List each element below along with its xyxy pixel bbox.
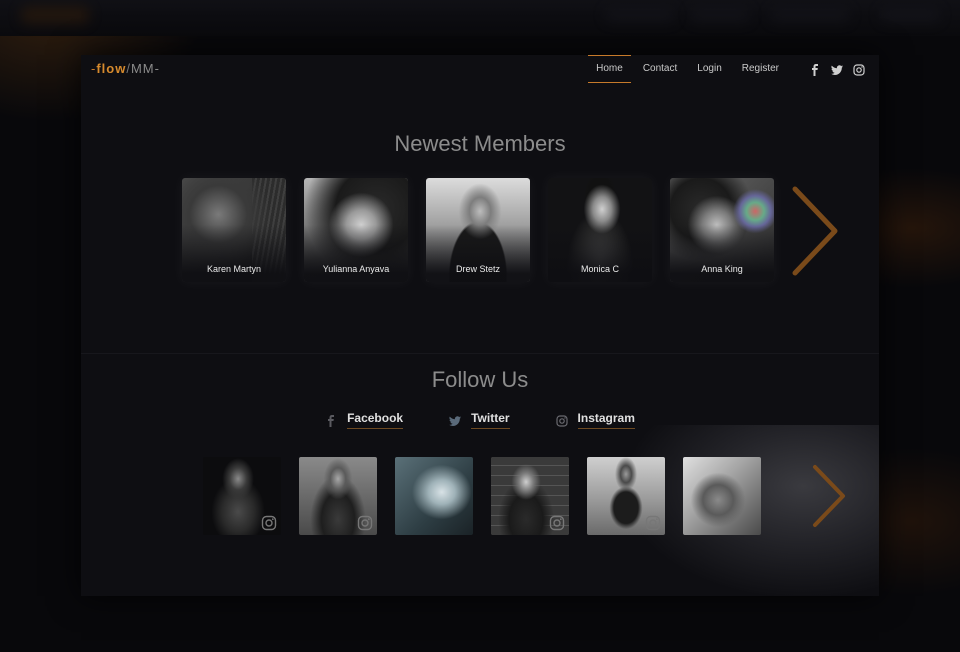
instagram-post[interactable] <box>683 457 761 535</box>
follow-us-title: Follow Us <box>431 367 529 392</box>
instagram-icon[interactable] <box>853 63 865 76</box>
follow-link-label: Instagram <box>577 411 635 429</box>
members-next-button[interactable] <box>789 185 843 282</box>
member-name: Drew Stetz <box>455 264 500 274</box>
instagram-icon <box>555 414 568 427</box>
nav-login[interactable]: Login <box>689 55 729 83</box>
member-name: Anna King <box>701 264 743 274</box>
facebook-icon <box>325 414 337 427</box>
member-card[interactable]: Monica C <box>548 178 652 282</box>
instagram-post[interactable] <box>299 457 377 535</box>
instagram-post[interactable] <box>587 457 665 535</box>
chevron-right-icon <box>792 186 838 276</box>
member-name: Monica C <box>580 264 619 274</box>
instagram-post[interactable] <box>203 457 281 535</box>
follow-facebook-link[interactable]: Facebook <box>325 411 404 429</box>
background-blur-shape <box>880 8 940 22</box>
newest-members-title: Newest Members <box>394 131 566 156</box>
instagram-icon <box>549 515 565 531</box>
logo-flow: flow <box>96 61 127 76</box>
instagram-photo <box>683 457 761 535</box>
instagram-icon <box>261 515 277 531</box>
instagram-next-button[interactable] <box>809 463 849 534</box>
follow-link-label: Facebook <box>347 411 404 429</box>
instagram-post[interactable] <box>491 457 569 535</box>
background-blur-shape <box>20 6 90 24</box>
instagram-post[interactable] <box>395 457 473 535</box>
member-name: Yulianna Anyava <box>322 264 390 274</box>
follow-links: Facebook Twitter Instagram <box>81 411 879 429</box>
facebook-icon[interactable] <box>809 63 821 76</box>
top-navigation: -flow/MM- Home Contact Login Register <box>81 55 879 83</box>
member-card[interactable]: Drew Stetz <box>426 178 530 282</box>
instagram-photo <box>395 457 473 535</box>
twitter-icon[interactable] <box>831 63 843 75</box>
nav-contact[interactable]: Contact <box>635 55 685 83</box>
background-blur-shape <box>690 8 750 22</box>
main-menu: Home Contact Login Register <box>584 55 787 83</box>
nav-home[interactable]: Home <box>588 55 631 83</box>
background-blur-shape <box>770 8 850 22</box>
follow-instagram-link[interactable]: Instagram <box>555 411 635 429</box>
instagram-icon <box>645 515 661 531</box>
instagram-feed <box>203 457 761 535</box>
member-card[interactable]: Yulianna Anyava <box>304 178 408 282</box>
members-carousel: Karen Martyn Yulianna Anyava Drew Stetz … <box>182 178 774 282</box>
follow-link-label: Twitter <box>471 411 510 429</box>
twitter-icon <box>449 414 462 426</box>
member-card[interactable]: Karen Martyn <box>182 178 286 282</box>
site-logo[interactable]: -flow/MM- <box>91 61 160 76</box>
site-frame: -flow/MM- Home Contact Login Register Ne… <box>81 55 879 596</box>
logo-mm: MM <box>130 61 155 76</box>
member-name: Karen Martyn <box>206 264 262 274</box>
header-social-links <box>809 63 865 76</box>
follow-twitter-link[interactable]: Twitter <box>449 411 510 429</box>
background-blur-shape <box>605 8 675 22</box>
chevron-right-icon <box>813 465 845 527</box>
nav-register[interactable]: Register <box>734 55 787 83</box>
member-card[interactable]: Anna King <box>670 178 774 282</box>
section-divider <box>81 353 879 354</box>
instagram-icon <box>357 515 373 531</box>
logo-dash: - <box>154 61 160 76</box>
